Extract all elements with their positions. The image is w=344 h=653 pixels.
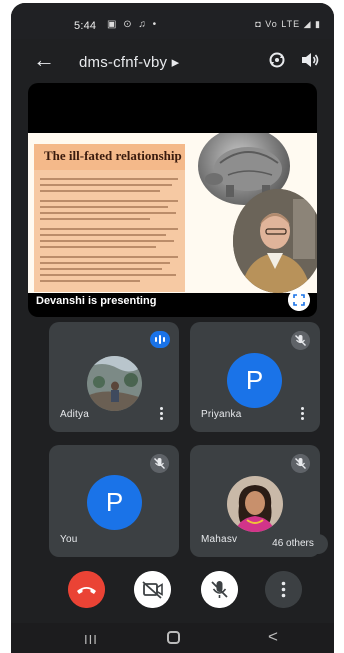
participant-tile-priyanka[interactable]: P Priyanka xyxy=(190,322,320,432)
avatar xyxy=(87,356,142,411)
slide-title-band: The ill-fated relationship xyxy=(34,144,185,170)
presenter-photo xyxy=(233,189,317,293)
end-call-icon[interactable] xyxy=(68,571,105,608)
shared-slide: The ill-fated relationship xyxy=(28,133,317,293)
home-button[interactable] xyxy=(167,631,180,644)
meeting-top-bar: ← dms-cfnf-vby ▸ xyxy=(11,43,334,81)
presentation-view[interactable]: The ill-fated relationship Devanshi is p… xyxy=(28,83,317,317)
participant-tile-you[interactable]: P You xyxy=(49,445,179,557)
switch-camera-icon[interactable] xyxy=(268,51,286,69)
recent-apps-button[interactable]: III xyxy=(84,632,98,647)
avatar: P xyxy=(227,353,282,408)
nav-back-button[interactable]: < xyxy=(268,627,278,647)
mic-off-icon xyxy=(291,331,310,350)
participant-name: Aditya xyxy=(60,409,89,420)
participant-name: Mahasv xyxy=(201,534,238,545)
presenter-label: Devanshi is presenting xyxy=(36,295,157,307)
android-nav-bar: III < xyxy=(11,623,334,653)
phone-screen: 5:44 ▣ ⊙ ♫ • ◘ Vo LTE ◢ ▮ ← dms-cfnf-vby… xyxy=(11,3,334,653)
mic-off-icon xyxy=(150,454,169,473)
signal-battery-icons: ◘ Vo LTE ◢ ▮ xyxy=(255,19,321,29)
fullscreen-icon[interactable] xyxy=(288,289,310,311)
participant-name: Priyanka xyxy=(201,409,242,420)
status-time: 5:44 xyxy=(74,20,97,32)
speaking-indicator-icon xyxy=(150,331,170,348)
others-count-chip[interactable]: 46 others xyxy=(258,534,328,554)
avatar: P xyxy=(87,475,142,530)
more-options-icon[interactable] xyxy=(301,407,305,421)
slide-title: The ill-fated relationship xyxy=(44,148,182,163)
slide-body-text xyxy=(34,170,185,292)
camera-off-icon[interactable] xyxy=(134,571,171,608)
notification-icons: ▣ ⊙ ♫ • xyxy=(107,19,159,30)
participant-name: You xyxy=(60,534,78,545)
mic-off-icon[interactable] xyxy=(201,571,238,608)
more-options-icon[interactable] xyxy=(265,571,302,608)
call-controls xyxy=(11,571,334,615)
meeting-code[interactable]: dms-cfnf-vby ▸ xyxy=(79,53,179,71)
back-arrow-icon[interactable]: ← xyxy=(33,49,55,71)
participant-tile-aditya[interactable]: Aditya xyxy=(49,322,179,432)
mic-off-icon xyxy=(291,454,310,473)
speaker-icon[interactable] xyxy=(300,51,320,69)
status-bar: 5:44 ▣ ⊙ ♫ • ◘ Vo LTE ◢ ▮ xyxy=(11,3,334,39)
avatar xyxy=(227,476,283,532)
more-options-icon[interactable] xyxy=(160,407,164,421)
